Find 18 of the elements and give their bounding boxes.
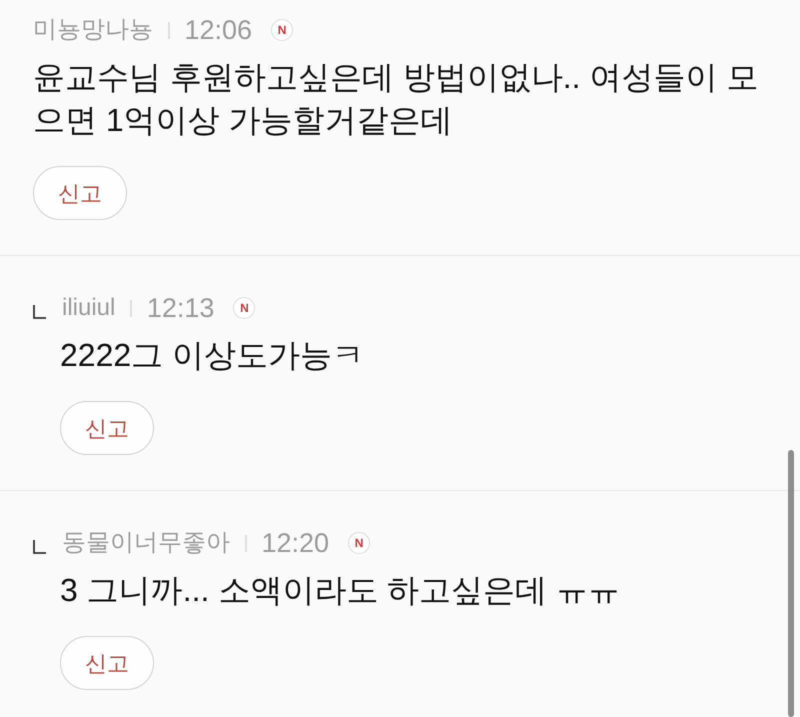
comment-text: 3 그니까... 소액이라도 하고싶은데 ㅠㅠ [60,571,622,610]
reply-corner-icon [33,305,46,319]
report-button[interactable]: 신고 [33,166,127,220]
new-badge: N [348,532,370,554]
report-button[interactable]: 신고 [60,636,154,690]
comment-text: 윤교수님 후원하고싶은데 방법이없나.. 여성들이 모으면 1억이상 가능할거같은데 [33,58,760,140]
author-name: iliuiul [62,296,116,320]
author-name: 동물이너무좋아 [62,531,230,555]
comment-time: 12:13 [146,294,214,322]
comment-time: 12:20 [262,530,330,556]
comment-time: 12:06 [184,16,252,44]
scrollbar-thumb[interactable] [788,450,794,717]
new-badge: N [271,19,294,41]
comment-text: 2222그 이상도가능ㅋ [60,336,366,375]
author-name: 미뇽망나뇽 [33,18,153,42]
report-button[interactable]: 신고 [60,401,154,455]
reply-corner-icon [33,540,46,554]
new-badge: N [233,297,256,319]
